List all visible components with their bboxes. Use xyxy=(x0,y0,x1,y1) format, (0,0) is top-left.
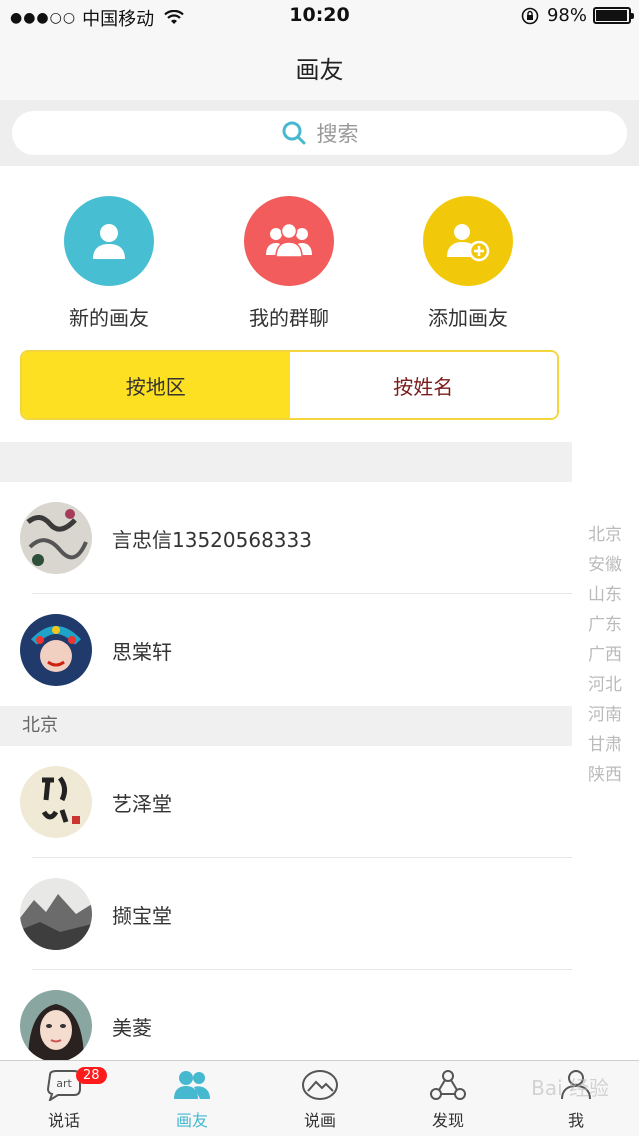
add-person-icon xyxy=(447,224,490,262)
tab-discover[interactable]: 发现 xyxy=(398,1069,498,1131)
contact-name: 美菱 xyxy=(112,1016,152,1040)
picture-icon xyxy=(302,1070,338,1100)
friends-icon xyxy=(174,1071,210,1099)
avatar xyxy=(20,614,92,686)
watermark-logo: Bai 经验 xyxy=(531,1076,609,1100)
index-item[interactable]: 广西 xyxy=(587,640,623,670)
battery-percent: 98% xyxy=(546,5,587,26)
new-friends-label: 新的画友 xyxy=(69,306,149,330)
tab-chat[interactable]: art 28 说话 xyxy=(14,1067,114,1131)
contact-name: 艺泽堂 xyxy=(112,792,172,816)
index-item[interactable]: 山东 xyxy=(587,580,623,610)
tab-by-region[interactable]: 按地区 xyxy=(22,352,290,418)
search-input[interactable]: 搜索 xyxy=(12,111,627,155)
person-icon xyxy=(93,224,125,259)
contact-name: 言忠信13520568333 xyxy=(112,528,312,552)
status-right: 98% xyxy=(521,5,634,26)
my-groups-circle xyxy=(244,196,334,286)
avatar xyxy=(20,766,92,838)
tab-by-name[interactable]: 按姓名 xyxy=(289,352,557,418)
my-groups-label: 我的群聊 xyxy=(249,306,329,330)
status-bar: ●●●○○ 中国移动 10:20 98% xyxy=(0,0,639,34)
page-title: 画友 xyxy=(295,56,344,84)
tab-discover-label: 发现 xyxy=(431,1111,464,1130)
list-item[interactable]: 撷宝堂 xyxy=(0,858,572,970)
new-friends-circle xyxy=(64,196,154,286)
list-gap xyxy=(0,442,572,482)
search-area: 搜索 xyxy=(0,100,639,166)
contact-name: 撷宝堂 xyxy=(112,904,172,928)
contact-list: 言忠信13520568333 思棠轩 北京 艺泽堂 撷宝堂 美菱 xyxy=(0,442,572,1082)
search-placeholder: 搜索 xyxy=(316,122,359,146)
my-groups-button[interactable]: 我的群聊 xyxy=(199,196,379,331)
sort-segmented-control: 按地区 按姓名 xyxy=(20,350,559,420)
quick-actions: 新的画友 我的群聊 添加画友 xyxy=(0,196,639,336)
index-item[interactable]: 河南 xyxy=(587,700,623,730)
avatar xyxy=(20,990,92,1062)
contact-name: 思棠轩 xyxy=(112,640,172,664)
group-icon xyxy=(266,222,312,258)
add-friend-button[interactable]: 添加画友 xyxy=(378,196,558,331)
avatar xyxy=(20,878,92,950)
add-friend-circle xyxy=(423,196,513,286)
list-item[interactable]: 思棠轩 xyxy=(0,594,572,706)
unread-badge: 28 xyxy=(76,1067,107,1084)
tab-chat-label: 说话 xyxy=(47,1111,80,1130)
list-item[interactable]: 言忠信13520568333 xyxy=(0,482,572,594)
rotation-lock-icon xyxy=(521,7,539,24)
new-friends-button[interactable]: 新的画友 xyxy=(19,196,199,331)
tab-paintings-label: 说画 xyxy=(303,1111,336,1130)
index-item[interactable]: 甘肃 xyxy=(587,730,623,760)
index-item[interactable]: 广东 xyxy=(587,610,623,640)
region-index-bar[interactable]: 北京 安徽 山东 广东 广西 河北 河南 甘肃 陕西 xyxy=(587,520,623,790)
discover-icon xyxy=(430,1070,466,1100)
tab-paintings[interactable]: 说画 xyxy=(270,1069,370,1131)
search-icon xyxy=(282,121,305,145)
index-item[interactable]: 陕西 xyxy=(587,760,623,790)
tab-friends[interactable]: 画友 xyxy=(142,1069,242,1131)
tab-friends-label: 画友 xyxy=(175,1111,208,1130)
avatar xyxy=(20,502,92,574)
nav-bar: 画友 xyxy=(0,34,639,100)
svg-text:art: art xyxy=(56,1077,72,1090)
list-item[interactable]: 艺泽堂 xyxy=(0,746,572,858)
section-header: 北京 xyxy=(0,706,572,746)
tab-me-label: 我 xyxy=(567,1111,584,1130)
index-item[interactable]: 河北 xyxy=(587,670,623,700)
add-friend-label: 添加画友 xyxy=(428,306,508,330)
battery-icon xyxy=(593,7,634,24)
index-item[interactable]: 安徽 xyxy=(587,550,623,580)
index-item[interactable]: 北京 xyxy=(587,520,623,550)
